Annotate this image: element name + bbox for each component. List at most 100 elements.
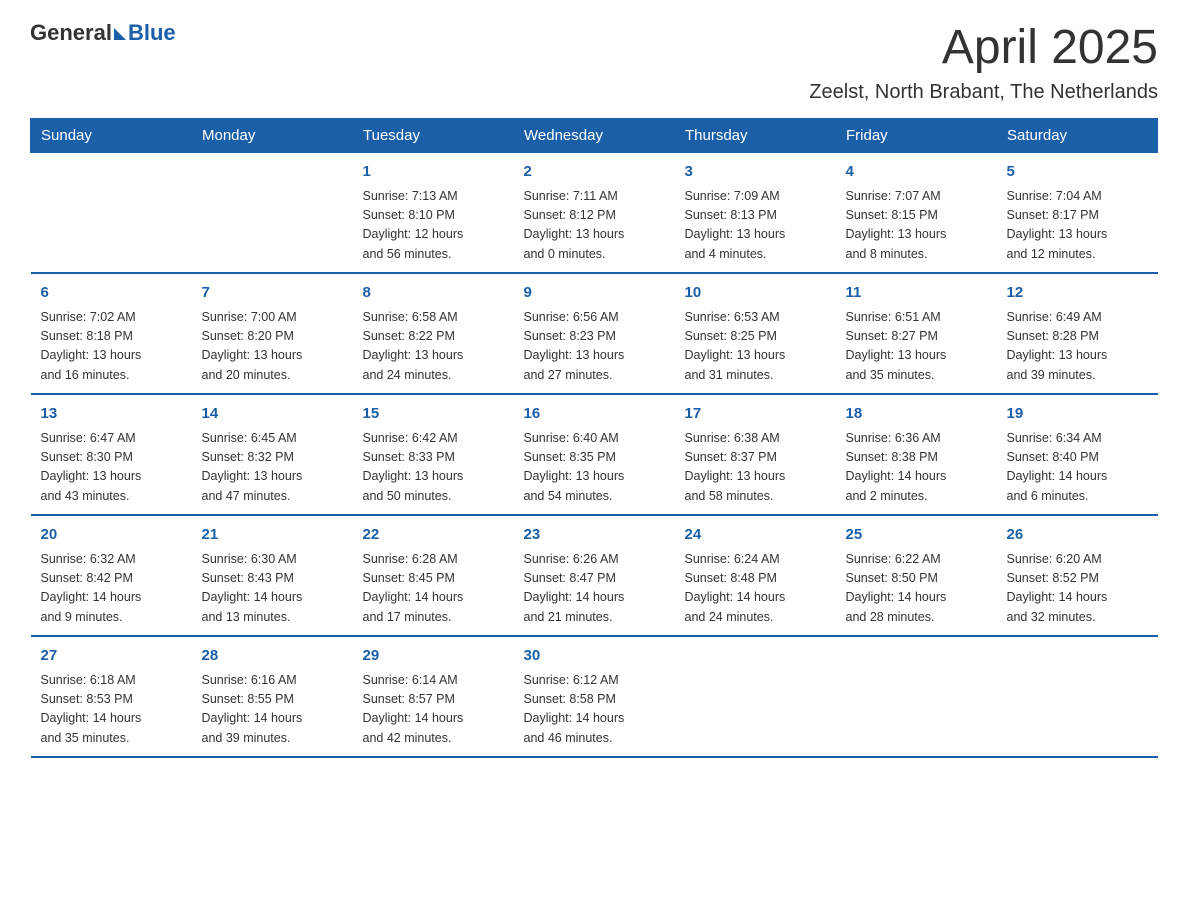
day-info: Sunrise: 6:49 AMSunset: 8:28 PMDaylight:… [1007,308,1148,386]
day-info: Sunrise: 7:02 AMSunset: 8:18 PMDaylight:… [41,308,182,386]
day-number: 6 [41,282,182,305]
day-number: 5 [1007,161,1148,184]
day-number: 28 [202,645,343,668]
calendar-cell: 21Sunrise: 6:30 AMSunset: 8:43 PMDayligh… [192,515,353,636]
calendar-cell: 20 Sunrise: 6:32 AMSunset: 8:42 PMDayligh… [31,515,192,636]
calendar-cell: 10 Sunrise: 6:53 AMSunset: 8:25 PMDayligh… [675,273,836,394]
calendar-week-row: 27 Sunrise: 6:18 AMSunset: 8:53 PMDayligh… [31,636,1158,757]
day-info: Sunrise: 6:47 AMSunset: 8:30 PMDaylight:… [41,429,182,507]
calendar-cell: 24Sunrise: 6:24 AMSunset: 8:48 PMDayligh… [675,515,836,636]
calendar-cell: 15Sunrise: 6:42 AMSunset: 8:33 PMDayligh… [353,394,514,515]
calendar-cell [836,636,997,757]
day-info: Sunrise: 6:28 AMSunset: 8:45 PMDaylight:… [363,550,504,628]
calendar-cell: 1 Sunrise: 7:13 AMSunset: 8:10 PMDaylight… [353,153,514,274]
calendar-cell: 17 Sunrise: 6:38 AMSunset: 8:37 PMDayligh… [675,394,836,515]
header-tuesday: Tuesday [353,119,514,153]
day-number: 17 [685,403,826,426]
day-info: Sunrise: 6:24 AMSunset: 8:48 PMDaylight:… [685,550,826,628]
calendar-cell: 25Sunrise: 6:22 AMSunset: 8:50 PMDayligh… [836,515,997,636]
day-number: 7 [202,282,343,305]
header-thursday: Thursday [675,119,836,153]
day-number: 12 [1007,282,1148,305]
day-number: 9 [524,282,665,305]
day-info: Sunrise: 6:18 AMSunset: 8:53 PMDaylight:… [41,671,182,749]
day-number: 20 [41,524,182,547]
day-info: Sunrise: 6:12 AMSunset: 8:58 PMDaylight:… [524,671,665,749]
day-number: 14 [202,403,343,426]
day-info: Sunrise: 6:26 AMSunset: 8:47 PMDaylight:… [524,550,665,628]
calendar-cell [675,636,836,757]
day-number: 2 [524,161,665,184]
day-info: Sunrise: 6:40 AMSunset: 8:35 PMDaylight:… [524,429,665,507]
calendar-cell: 29 Sunrise: 6:14 AMSunset: 8:57 PMDayligh… [353,636,514,757]
calendar-table: SundayMondayTuesdayWednesdayThursdayFrid… [30,118,1158,758]
calendar-cell: 18Sunrise: 6:36 AMSunset: 8:38 PMDayligh… [836,394,997,515]
day-info: Sunrise: 7:09 AMSunset: 8:13 PMDaylight:… [685,187,826,265]
day-info: Sunrise: 6:56 AMSunset: 8:23 PMDaylight:… [524,308,665,386]
calendar-header-row: SundayMondayTuesdayWednesdayThursdayFrid… [31,119,1158,153]
header-friday: Friday [836,119,997,153]
calendar-title: April 2025 [942,20,1158,75]
day-info: Sunrise: 6:38 AMSunset: 8:37 PMDaylight:… [685,429,826,507]
calendar-cell: 2 Sunrise: 7:11 AMSunset: 8:12 PMDaylight… [514,153,675,274]
day-number: 16 [524,403,665,426]
day-number: 23 [524,524,665,547]
calendar-cell [192,153,353,274]
calendar-cell: 6 Sunrise: 7:02 AMSunset: 8:18 PMDaylight… [31,273,192,394]
day-info: Sunrise: 7:00 AMSunset: 8:20 PMDaylight:… [202,308,343,386]
calendar-cell: 22Sunrise: 6:28 AMSunset: 8:45 PMDayligh… [353,515,514,636]
calendar-cell: 26 Sunrise: 6:20 AMSunset: 8:52 PMDayligh… [997,515,1158,636]
header-sunday: Sunday [31,119,192,153]
calendar-cell: 28 Sunrise: 6:16 AMSunset: 8:55 PMDayligh… [192,636,353,757]
calendar-cell: 9 Sunrise: 6:56 AMSunset: 8:23 PMDaylight… [514,273,675,394]
calendar-cell: 12 Sunrise: 6:49 AMSunset: 8:28 PMDayligh… [997,273,1158,394]
day-number: 3 [685,161,826,184]
day-number: 10 [685,282,826,305]
header-monday: Monday [192,119,353,153]
day-info: Sunrise: 6:34 AMSunset: 8:40 PMDaylight:… [1007,429,1148,507]
day-number: 26 [1007,524,1148,547]
day-number: 19 [1007,403,1148,426]
logo-triangle-icon [114,28,126,40]
header-wednesday: Wednesday [514,119,675,153]
day-number: 27 [41,645,182,668]
calendar-subtitle: Zeelst, North Brabant, The Netherlands [30,81,1158,104]
day-number: 25 [846,524,987,547]
day-info: Sunrise: 7:04 AMSunset: 8:17 PMDaylight:… [1007,187,1148,265]
header: General Blue April 2025 [30,20,1158,75]
day-number: 13 [41,403,182,426]
calendar-cell: 14 Sunrise: 6:45 AMSunset: 8:32 PMDayligh… [192,394,353,515]
day-info: Sunrise: 6:14 AMSunset: 8:57 PMDaylight:… [363,671,504,749]
calendar-cell: 3 Sunrise: 7:09 AMSunset: 8:13 PMDaylight… [675,153,836,274]
logo-blue-text: Blue [128,20,176,46]
calendar-cell: 16 Sunrise: 6:40 AMSunset: 8:35 PMDayligh… [514,394,675,515]
day-info: Sunrise: 6:16 AMSunset: 8:55 PMDaylight:… [202,671,343,749]
day-info: Sunrise: 6:42 AMSunset: 8:33 PMDaylight:… [363,429,504,507]
calendar-cell: 23 Sunrise: 6:26 AMSunset: 8:47 PMDayligh… [514,515,675,636]
calendar-week-row: 6 Sunrise: 7:02 AMSunset: 8:18 PMDaylight… [31,273,1158,394]
day-info: Sunrise: 6:20 AMSunset: 8:52 PMDaylight:… [1007,550,1148,628]
day-number: 30 [524,645,665,668]
day-number: 29 [363,645,504,668]
calendar-cell: 13 Sunrise: 6:47 AMSunset: 8:30 PMDayligh… [31,394,192,515]
day-info: Sunrise: 6:53 AMSunset: 8:25 PMDaylight:… [685,308,826,386]
day-number: 1 [363,161,504,184]
calendar-week-row: 13 Sunrise: 6:47 AMSunset: 8:30 PMDayligh… [31,394,1158,515]
calendar-cell: 7 Sunrise: 7:00 AMSunset: 8:20 PMDaylight… [192,273,353,394]
day-info: Sunrise: 7:11 AMSunset: 8:12 PMDaylight:… [524,187,665,265]
logo: General Blue [30,20,176,46]
calendar-cell: 30 Sunrise: 6:12 AMSunset: 8:58 PMDayligh… [514,636,675,757]
day-info: Sunrise: 7:07 AMSunset: 8:15 PMDaylight:… [846,187,987,265]
day-info: Sunrise: 6:32 AMSunset: 8:42 PMDaylight:… [41,550,182,628]
day-number: 18 [846,403,987,426]
day-info: Sunrise: 6:45 AMSunset: 8:32 PMDaylight:… [202,429,343,507]
calendar-cell: 8Sunrise: 6:58 AMSunset: 8:22 PMDaylight… [353,273,514,394]
calendar-cell: 4Sunrise: 7:07 AMSunset: 8:15 PMDaylight… [836,153,997,274]
day-info: Sunrise: 6:30 AMSunset: 8:43 PMDaylight:… [202,550,343,628]
day-info: Sunrise: 7:13 AMSunset: 8:10 PMDaylight:… [363,187,504,265]
calendar-cell: 11Sunrise: 6:51 AMSunset: 8:27 PMDayligh… [836,273,997,394]
day-info: Sunrise: 6:58 AMSunset: 8:22 PMDaylight:… [363,308,504,386]
calendar-week-row: 20 Sunrise: 6:32 AMSunset: 8:42 PMDayligh… [31,515,1158,636]
calendar-cell: 5 Sunrise: 7:04 AMSunset: 8:17 PMDaylight… [997,153,1158,274]
day-number: 11 [846,282,987,305]
